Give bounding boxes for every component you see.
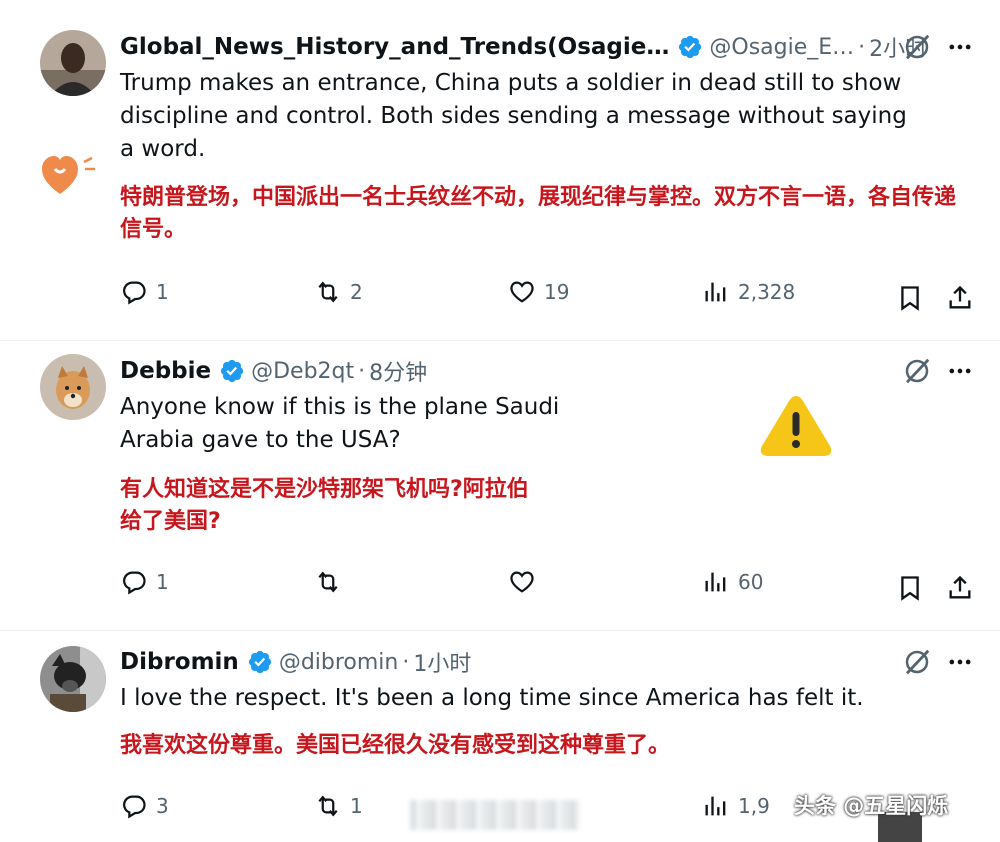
- divider: [0, 340, 1000, 341]
- share-button[interactable]: [946, 574, 974, 606]
- watermark: 头条 @五星闪烁: [794, 794, 949, 818]
- views-button[interactable]: 60: [702, 568, 763, 596]
- like-icon: [508, 278, 536, 306]
- tweet-text: Trump makes an entrance, China puts a so…: [120, 70, 907, 162]
- bookmark-button[interactable]: [896, 284, 924, 316]
- tweet-translation: 有人知道这是不是沙特那架飞机吗?阿拉伯给了美国?: [120, 477, 529, 534]
- tweet-translation: 特朗普登场，中国派出一名士兵纹丝不动，展现纪律与掌控。双方不言一语，各自传递信号…: [120, 185, 957, 242]
- views-button[interactable]: 2,328: [702, 278, 795, 306]
- like-button[interactable]: 19: [508, 278, 569, 306]
- tweet-header: Debbie @Deb2qt · 8分钟: [120, 354, 427, 388]
- tweet[interactable]: Global_News_History_and_Trends(Osagie… @…: [0, 0, 1000, 340]
- tweet-text: Anyone know if this is the plane Saudi A…: [120, 394, 560, 453]
- reply-icon: [120, 568, 148, 596]
- tweet-actions: 1 60: [0, 568, 1000, 608]
- separator-dot: ·: [858, 34, 866, 60]
- like-count: 19: [544, 280, 570, 304]
- like-icon: [508, 568, 536, 596]
- reply-count: 1: [156, 280, 169, 304]
- reply-count: 1: [156, 570, 169, 594]
- bookmark-icon: [896, 574, 924, 602]
- share-button[interactable]: [946, 284, 974, 316]
- timestamp[interactable]: 1小时: [413, 646, 471, 678]
- views-button[interactable]: 1,9: [702, 792, 770, 820]
- timestamp[interactable]: 8分钟: [369, 355, 427, 387]
- grok-icon[interactable]: [902, 356, 932, 386]
- more-icon[interactable]: [946, 648, 974, 676]
- more-icon[interactable]: [946, 357, 974, 385]
- reply-button[interactable]: 3: [120, 792, 169, 820]
- views-count: 1,9: [738, 794, 770, 818]
- views-icon: [702, 792, 730, 820]
- grok-icon[interactable]: [902, 647, 932, 677]
- share-icon: [946, 284, 974, 312]
- heart-badge-icon: [42, 156, 95, 194]
- reply-button[interactable]: 1: [120, 568, 169, 596]
- blurred-region: [410, 800, 580, 830]
- author-name[interactable]: Global_News_History_and_Trends(Osagie…: [120, 34, 669, 60]
- avatar[interactable]: [40, 30, 106, 96]
- repost-icon: [314, 792, 342, 820]
- author-handle[interactable]: @Osagie_E…: [709, 35, 854, 60]
- verified-badge-icon: [219, 358, 245, 384]
- tweet-translation: 我喜欢这份尊重。美国已经很久没有感受到这种尊重了。: [120, 733, 671, 758]
- author-handle[interactable]: @dibromin: [279, 650, 399, 675]
- views-count: 2,328: [738, 280, 796, 304]
- views-icon: [702, 568, 730, 596]
- separator-dot: ·: [358, 358, 366, 384]
- repost-count: 1: [350, 794, 363, 818]
- separator-dot: ·: [402, 649, 410, 675]
- reply-icon: [120, 792, 148, 820]
- warning-icon: [760, 396, 832, 456]
- divider: [0, 630, 1000, 631]
- avatar[interactable]: [40, 646, 106, 712]
- tweet-header: Global_News_History_and_Trends(Osagie… @…: [120, 30, 927, 64]
- grok-icon[interactable]: [902, 32, 932, 62]
- repost-icon: [314, 278, 342, 306]
- views-count: 60: [738, 570, 764, 594]
- repost-button[interactable]: 2: [314, 278, 363, 306]
- bookmark-icon: [896, 284, 924, 312]
- tweet-text: I love the respect. It's been a long tim…: [120, 685, 864, 711]
- tweet[interactable]: Dibromin @dibromin · 1小时 I love the resp…: [0, 0, 1000, 818]
- author-name[interactable]: Dibromin: [120, 649, 239, 675]
- repost-count: 2: [350, 280, 363, 304]
- reply-count: 3: [156, 794, 169, 818]
- tweet-actions: 1 2 19 2,328: [0, 278, 1000, 318]
- verified-badge-icon: [247, 649, 273, 675]
- bookmark-button[interactable]: [896, 574, 924, 606]
- reply-button[interactable]: 1: [120, 278, 169, 306]
- avatar[interactable]: [40, 354, 106, 420]
- share-icon: [946, 574, 974, 602]
- repost-icon: [314, 568, 342, 596]
- more-icon[interactable]: [946, 33, 974, 61]
- author-name[interactable]: Debbie: [120, 358, 211, 384]
- reply-icon: [120, 278, 148, 306]
- repost-button[interactable]: [314, 568, 350, 596]
- author-handle[interactable]: @Deb2qt: [251, 359, 354, 384]
- tweet-header: Dibromin @dibromin · 1小时: [120, 645, 471, 679]
- repost-button[interactable]: 1: [314, 792, 363, 820]
- like-button[interactable]: [508, 568, 544, 596]
- views-icon: [702, 278, 730, 306]
- verified-badge-icon: [677, 34, 703, 60]
